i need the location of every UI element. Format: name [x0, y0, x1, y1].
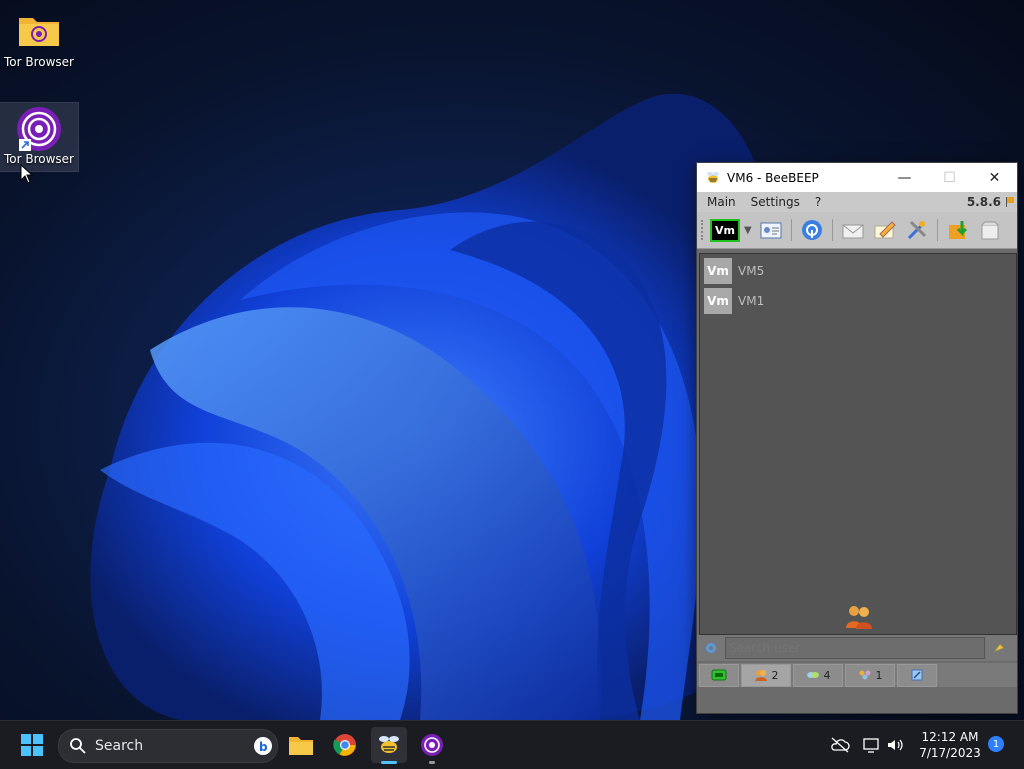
clock-date: 7/17/2023 [919, 746, 981, 760]
tab-users[interactable]: 2 [741, 663, 791, 687]
running-indicator [429, 761, 435, 764]
svg-text:b: b [259, 740, 268, 754]
close-button[interactable]: ✕ [972, 163, 1017, 192]
window-titlebar[interactable]: VM6 - BeeBEEP — ☐ ✕ [697, 163, 1017, 192]
clock-time: 12:12 AM [921, 730, 979, 744]
cloud-off-icon[interactable] [830, 737, 850, 753]
tab-count: 1 [875, 668, 883, 682]
clear-search-icon[interactable] [991, 640, 1007, 656]
menubar: Main Settings ? 5.8.6 [697, 192, 1017, 212]
tab-bar: 2 4 1 [697, 663, 1017, 687]
write-button[interactable] [872, 217, 898, 243]
tab-count: 2 [771, 668, 779, 682]
beebeep-app-icon [707, 171, 719, 183]
system-tray [830, 721, 906, 769]
beebeep-icon [379, 736, 399, 753]
message-button[interactable] [840, 217, 866, 243]
window-title: VM6 - BeeBEEP [727, 170, 819, 185]
users-icon [754, 670, 767, 681]
beebeep-window: VM6 - BeeBEEP — ☐ ✕ Main Settings ? 5.8.… [696, 162, 1018, 714]
pencil-icon [874, 221, 896, 239]
toolbar-grip [701, 220, 707, 240]
notification-badge[interactable]: 1 [988, 736, 1004, 752]
volume-icon[interactable] [886, 737, 906, 753]
folder-button[interactable] [977, 217, 1003, 243]
start-button[interactable] [14, 727, 50, 763]
pills-icon [806, 672, 819, 678]
chat-icon [711, 669, 727, 681]
toolbar: Vm ▼ [697, 212, 1017, 249]
gear-icon[interactable] [703, 640, 719, 656]
tab-groups[interactable]: 4 [793, 663, 843, 687]
tools-icon [907, 220, 926, 240]
flag-icon [1006, 197, 1014, 207]
search-label: Search [95, 738, 144, 754]
toolbar-separator [831, 219, 833, 241]
user-avatar: Vm [704, 288, 732, 314]
profile-card-icon [760, 222, 782, 239]
tab-chats[interactable] [699, 663, 739, 687]
list-item[interactable]: Vm VM5 [700, 256, 1016, 286]
menu-settings[interactable]: Settings [741, 195, 805, 209]
taskbar-file-explorer[interactable] [283, 727, 319, 763]
search-bar [697, 635, 1017, 661]
search-icon [70, 738, 86, 754]
desktop-icon-label: Tor Browser [3, 152, 74, 166]
user-list: Vm VM5 Vm VM1 [699, 253, 1017, 635]
active-indicator [381, 761, 397, 764]
envelope-icon [842, 224, 864, 239]
taskbar-beebeep[interactable] [371, 727, 407, 764]
user-avatar: Vm [704, 258, 732, 284]
menu-main[interactable]: Main [697, 195, 741, 209]
minimize-button[interactable]: — [882, 163, 927, 192]
user-name: VM1 [738, 294, 765, 308]
status-bar [697, 689, 1017, 713]
menu-help[interactable]: ? [805, 195, 826, 209]
clock[interactable]: 12:12 AM 7/17/2023 [912, 729, 988, 761]
toolbar-separator [790, 219, 792, 241]
search-input[interactable] [725, 637, 985, 659]
tab-meetings[interactable]: 1 [845, 663, 895, 687]
status-badge: Vm [710, 218, 740, 242]
file-explorer-icon [289, 737, 313, 755]
users-watermark-icon [846, 606, 872, 629]
desktop-icon-tor-shortcut[interactable]: Tor Browser [0, 102, 79, 172]
tor-browser-icon [421, 734, 443, 756]
tools-button[interactable] [904, 217, 930, 243]
chrome-icon [333, 734, 356, 756]
toolbar-separator [936, 219, 938, 241]
tor-browser-icon [17, 107, 61, 151]
download-button[interactable] [945, 217, 971, 243]
bing-icon: b [254, 737, 272, 755]
list-item[interactable]: Vm VM1 [700, 286, 1016, 316]
groups-icon [859, 670, 870, 680]
taskbar-search[interactable]: Search b [58, 729, 278, 763]
folder-icon [19, 18, 59, 46]
taskbar-chrome[interactable] [327, 727, 363, 763]
status-button[interactable]: Vm ▼ [710, 217, 752, 243]
tab-count: 4 [823, 668, 831, 682]
box-icon [981, 221, 999, 240]
download-icon [948, 221, 967, 239]
vcard-button[interactable] [758, 217, 784, 243]
network-icon [801, 220, 822, 240]
user-name: VM5 [738, 264, 765, 278]
maximize-button[interactable]: ☐ [927, 163, 972, 192]
version-label: 5.8.6 [966, 195, 1001, 209]
log-icon [911, 669, 923, 681]
tab-log[interactable] [897, 663, 937, 687]
mouse-cursor-icon [20, 164, 34, 184]
taskbar-tor-browser[interactable] [414, 727, 450, 764]
network-button[interactable] [799, 217, 825, 243]
chevron-down-icon: ▼ [743, 224, 752, 236]
windows-logo-icon [21, 734, 43, 756]
network-icon[interactable] [862, 737, 882, 753]
taskbar: Search b 12:12 AM 7/17/2023 [0, 720, 1024, 769]
desktop-icon-label: Tor Browser [3, 55, 74, 69]
desktop-icon-tor-folder[interactable]: Tor Browser [0, 8, 78, 74]
